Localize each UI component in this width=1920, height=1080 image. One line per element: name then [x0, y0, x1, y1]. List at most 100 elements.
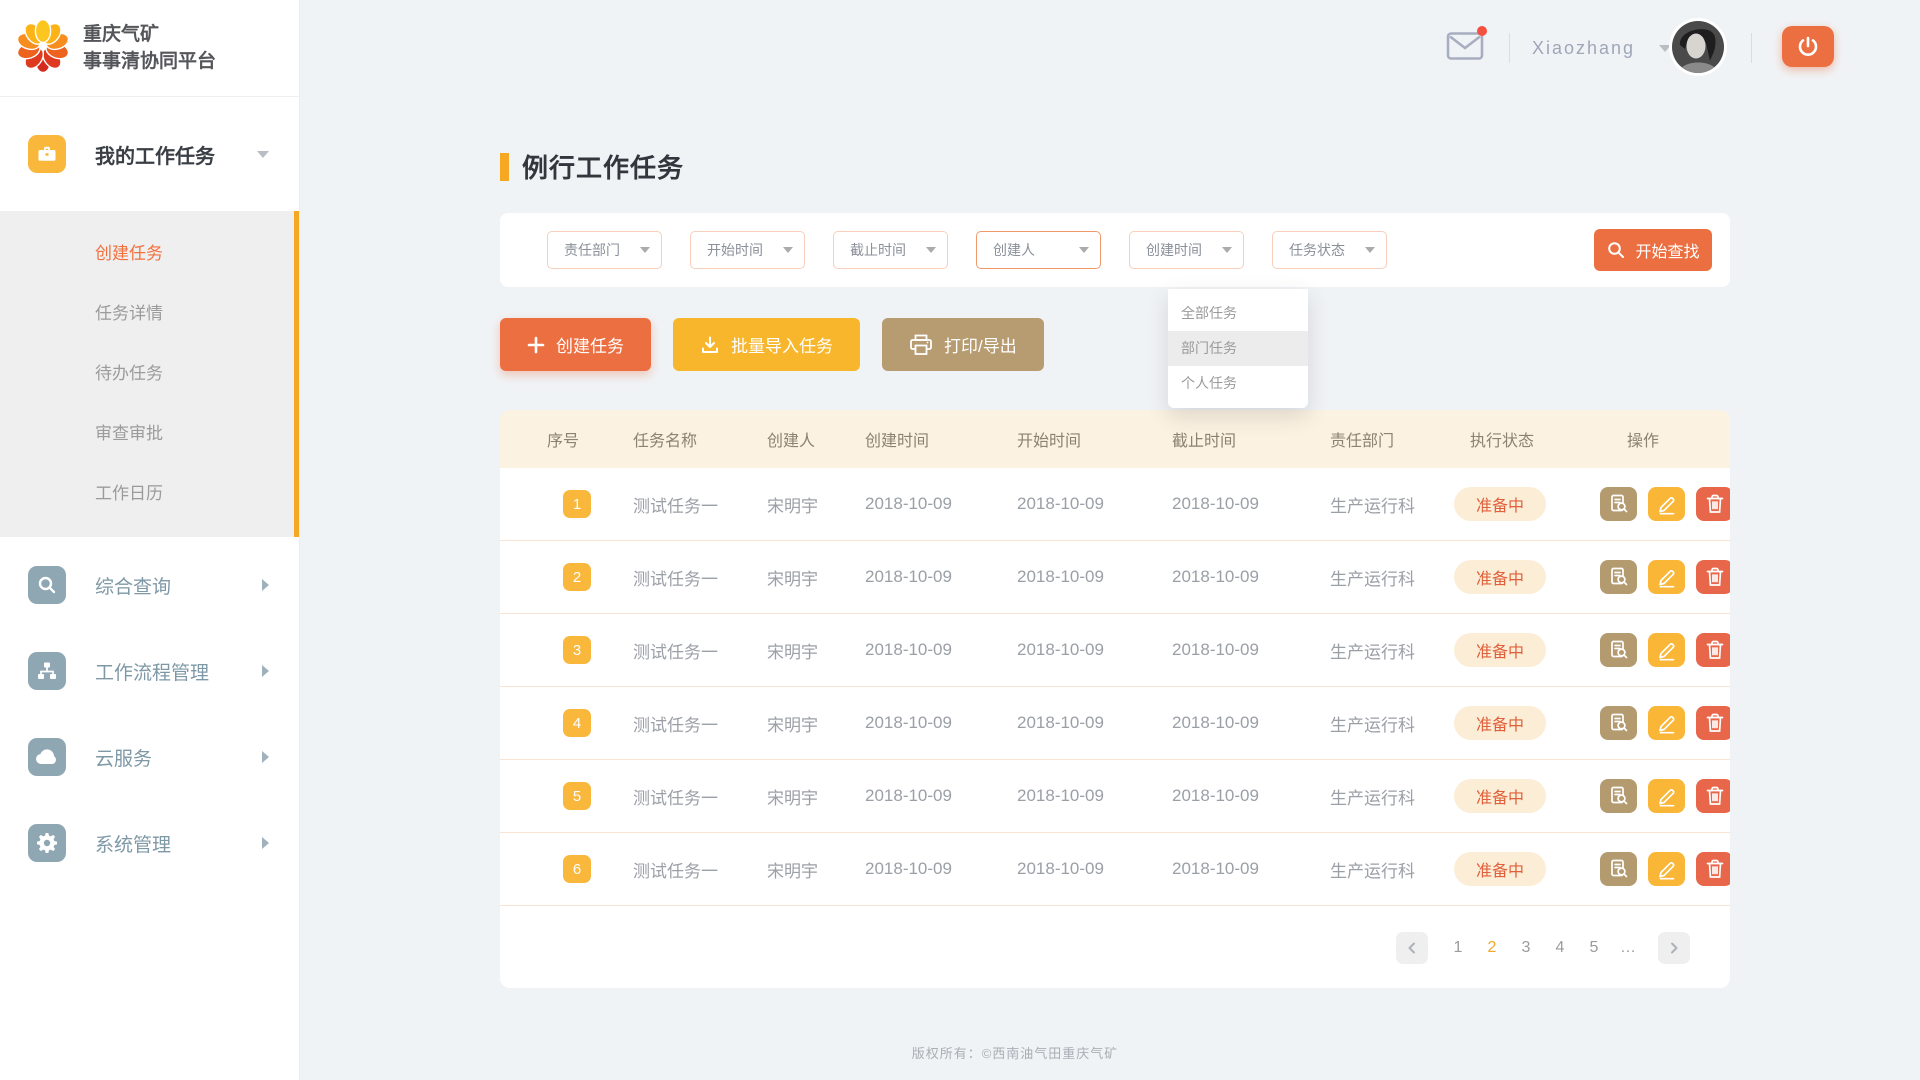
dept-cell: 生产运行科 — [1330, 492, 1470, 517]
delete-button[interactable] — [1696, 487, 1730, 521]
edit-button[interactable] — [1648, 706, 1685, 740]
seq-badge: 4 — [563, 709, 591, 737]
seq-badge: 2 — [563, 563, 591, 591]
status-badge: 准备中 — [1454, 560, 1546, 594]
next-page-button[interactable] — [1658, 932, 1690, 964]
delete-trash-icon — [1705, 858, 1725, 880]
sidebar-item-workflow[interactable]: 工作流程管理 — [0, 628, 299, 714]
start-date-cell: 2018-10-09 — [1017, 713, 1172, 733]
view-detail-button[interactable] — [1600, 852, 1637, 886]
sidebar-subitem[interactable]: 任务详情 — [0, 284, 299, 344]
filter-select[interactable]: 创建人 — [976, 231, 1101, 269]
delete-button[interactable] — [1696, 852, 1730, 886]
edit-button[interactable] — [1648, 487, 1685, 521]
view-detail-button[interactable] — [1600, 706, 1637, 740]
creator-cell: 宋明宇 — [767, 565, 865, 590]
start-date-cell: 2018-10-09 — [1017, 859, 1172, 879]
sidebar-group-label: 综合查询 — [95, 572, 171, 599]
created-date-cell: 2018-10-09 — [865, 640, 1017, 660]
seq-badge: 3 — [563, 636, 591, 664]
sidebar-item-my-tasks[interactable]: 我的工作任务 — [0, 97, 299, 211]
creator-cell: 宋明宇 — [767, 857, 865, 882]
column-header: 创建人 — [767, 427, 865, 451]
sidebar-subitem-label: 待办任务 — [95, 364, 163, 383]
page-number[interactable]: 2 — [1482, 939, 1502, 957]
delete-button[interactable] — [1696, 560, 1730, 594]
view-detail-icon — [1608, 493, 1630, 515]
view-detail-button[interactable] — [1600, 487, 1637, 521]
dropdown-option[interactable]: 全部任务 — [1168, 296, 1308, 331]
delete-trash-icon — [1705, 639, 1725, 661]
dropdown-option[interactable]: 个人任务 — [1168, 366, 1308, 401]
page-number[interactable]: 3 — [1516, 939, 1536, 957]
filter-select[interactable]: 责任部门 — [547, 231, 662, 269]
start-date-cell: 2018-10-09 — [1017, 786, 1172, 806]
page-number[interactable]: 5 — [1584, 939, 1604, 957]
search-button[interactable]: 开始查找 — [1594, 229, 1712, 271]
batch-import-button[interactable]: 批量导入任务 — [673, 318, 860, 371]
sidebar-subitem[interactable]: 工作日历 — [0, 464, 299, 524]
table-row: 6 测试任务一 宋明宇 2018-10-09 2018-10-09 2018-1… — [500, 833, 1730, 906]
edit-pencil-icon — [1656, 785, 1678, 807]
view-detail-button[interactable] — [1600, 633, 1637, 667]
task-name-cell: 测试任务一 — [633, 565, 767, 590]
row-actions — [1600, 487, 1730, 521]
logout-power-button[interactable] — [1782, 26, 1834, 67]
topbar-divider — [1751, 33, 1752, 63]
task-name-cell: 测试任务一 — [633, 711, 767, 736]
column-header: 开始时间 — [1017, 427, 1172, 451]
status-badge: 准备中 — [1454, 852, 1546, 886]
dropdown-option[interactable]: 部门任务 — [1168, 331, 1308, 366]
end-date-cell: 2018-10-09 — [1172, 859, 1330, 879]
print-export-button[interactable]: 打印/导出 — [882, 318, 1044, 371]
page-number[interactable]: 1 — [1448, 939, 1468, 957]
edit-button[interactable] — [1648, 560, 1685, 594]
row-actions — [1600, 633, 1730, 667]
column-header: 操作 — [1600, 427, 1730, 451]
seq-badge: 5 — [563, 782, 591, 810]
sidebar-subitem[interactable]: 审查审批 — [0, 404, 299, 464]
chevron-down-icon — [783, 247, 793, 253]
page-number[interactable]: 4 — [1550, 939, 1570, 957]
row-actions — [1600, 852, 1730, 886]
edit-button[interactable] — [1648, 633, 1685, 667]
create-task-button[interactable]: 创建任务 — [500, 318, 651, 371]
sidebar-item-cloud[interactable]: 云服务 — [0, 714, 299, 800]
sidebar-subitem[interactable]: 待办任务 — [0, 344, 299, 404]
delete-button[interactable] — [1696, 633, 1730, 667]
start-date-cell: 2018-10-09 — [1017, 640, 1172, 660]
delete-button[interactable] — [1696, 779, 1730, 813]
chevron-down-icon — [926, 247, 936, 253]
copyright-footer: 版权所有：©西南油气田重庆气矿 — [500, 1043, 1530, 1062]
dept-cell: 生产运行科 — [1330, 857, 1470, 882]
status-badge: 准备中 — [1454, 779, 1546, 813]
sidebar-item-system[interactable]: 系统管理 — [0, 800, 299, 886]
status-badge: 准备中 — [1454, 706, 1546, 740]
view-detail-button[interactable] — [1600, 779, 1637, 813]
created-date-cell: 2018-10-09 — [865, 713, 1017, 733]
sidebar-subitem-label: 创建任务 — [95, 244, 163, 263]
sidebar-subitem[interactable]: 创建任务 — [0, 224, 299, 284]
filter-select[interactable]: 截止时间 — [833, 231, 948, 269]
page-number[interactable]: … — [1618, 939, 1638, 957]
table-row: 1 测试任务一 宋明宇 2018-10-09 2018-10-09 2018-1… — [500, 468, 1730, 541]
filter-select[interactable]: 开始时间 — [690, 231, 805, 269]
view-detail-button[interactable] — [1600, 560, 1637, 594]
prev-page-button[interactable] — [1396, 932, 1428, 964]
edit-button[interactable] — [1648, 852, 1685, 886]
printer-icon — [909, 334, 933, 356]
edit-button[interactable] — [1648, 779, 1685, 813]
sidebar-subitem-label: 任务详情 — [95, 304, 163, 323]
chevron-right-icon — [1667, 941, 1681, 955]
delete-button[interactable] — [1696, 706, 1730, 740]
title-accent-bar — [500, 153, 509, 181]
sidebar-item-query[interactable]: 综合查询 — [0, 542, 299, 628]
chevron-right-icon — [262, 579, 269, 591]
filter-select[interactable]: 创建时间 — [1129, 231, 1244, 269]
filter-select[interactable]: 任务状态 — [1272, 231, 1387, 269]
brand-line1: 重庆气矿 — [83, 21, 216, 48]
column-header: 截止时间 — [1172, 427, 1330, 451]
chevron-right-icon — [262, 837, 269, 849]
edit-pencil-icon — [1656, 493, 1678, 515]
search-icon — [28, 566, 66, 604]
